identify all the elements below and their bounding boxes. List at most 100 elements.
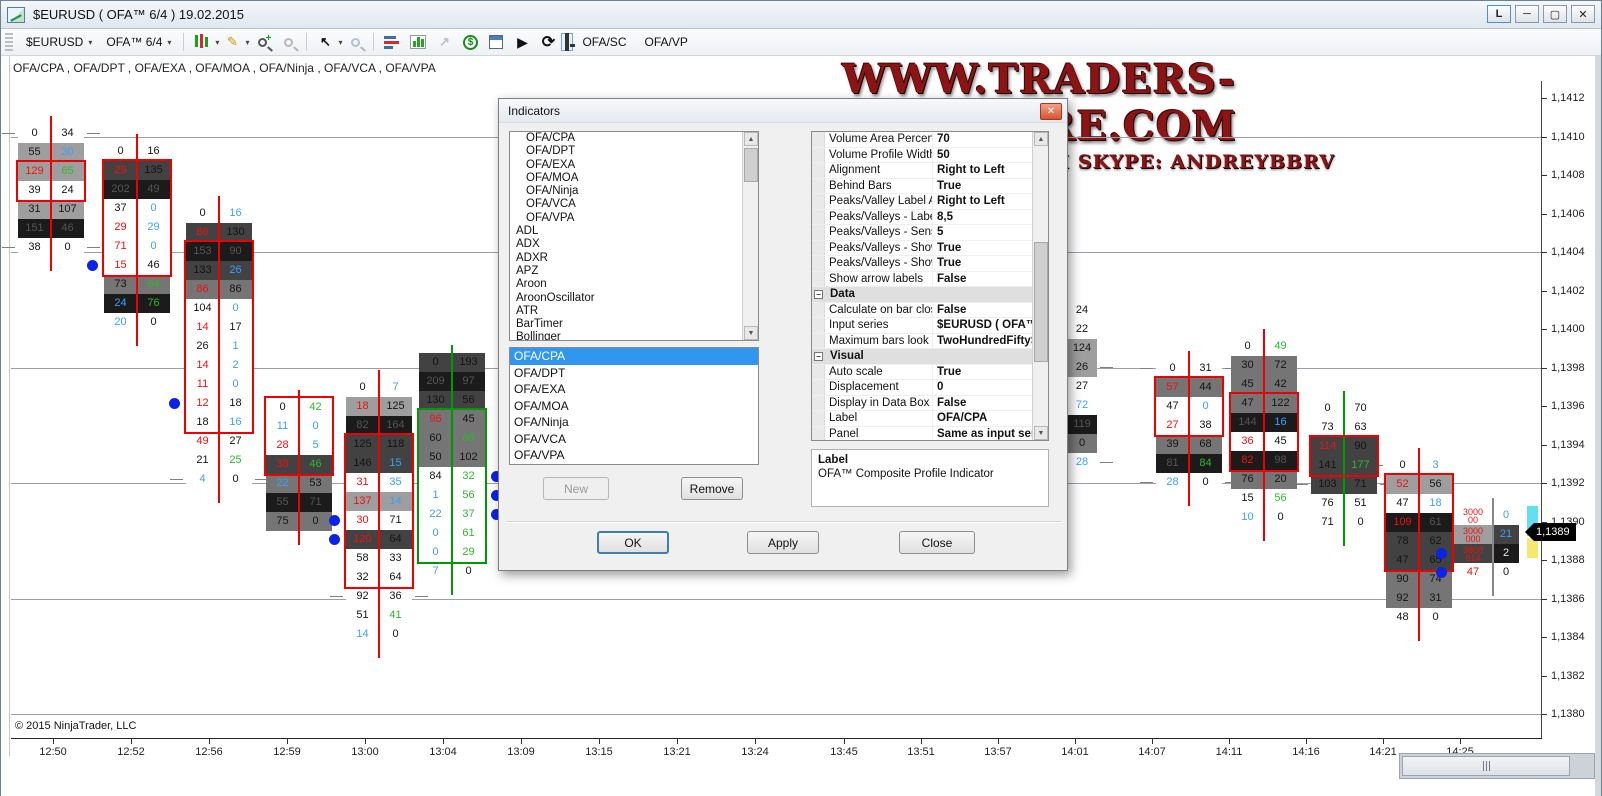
property-value[interactable]: 0 <box>933 380 1048 395</box>
property-value[interactable]: 70 <box>933 132 1048 147</box>
chevron-down-icon[interactable]: ▾ <box>338 38 342 47</box>
link-button[interactable]: L <box>1487 5 1511 23</box>
available-indicator-item[interactable]: OFA/MOA <box>510 172 758 185</box>
property-row[interactable]: Label OFA/CPA <box>812 411 1048 427</box>
available-indicator-item[interactable]: OFA/VCA <box>510 198 758 211</box>
refresh-button[interactable]: ⟳ <box>537 32 559 52</box>
property-row[interactable]: Peaks/Valleys - ShowTrue <box>812 256 1048 272</box>
property-row[interactable]: Behind BarsTrue <box>812 179 1048 195</box>
property-row[interactable]: Displacement0 <box>812 380 1048 396</box>
dialog-close-button[interactable]: ✕ <box>1040 103 1062 120</box>
available-indicator-item[interactable]: ADX <box>510 238 758 251</box>
properties-scrollbar[interactable]: ▲ ▼ <box>1032 132 1048 440</box>
property-value[interactable]: 5 <box>933 225 1048 240</box>
available-indicator-item[interactable]: Bollinger <box>510 331 758 341</box>
selected-indicator-item[interactable]: OFA/Ninja <box>510 414 758 431</box>
collapse-icon[interactable]: − <box>814 352 823 361</box>
chevron-down-icon[interactable]: ▾ <box>215 38 219 47</box>
scroll-down-icon[interactable]: ▼ <box>1034 426 1048 440</box>
ok-button[interactable]: OK <box>597 531 669 554</box>
property-value[interactable]: True <box>933 365 1048 380</box>
available-indicator-item[interactable]: AroonOscillator <box>510 292 758 305</box>
market-replay-button[interactable]: ▶ <box>511 32 533 52</box>
instrument-dropdown[interactable]: $EURUSD ▾ <box>19 31 99 53</box>
property-value[interactable]: Right to Left <box>933 194 1048 209</box>
property-row[interactable]: Show arrow labelsFalse <box>812 272 1048 288</box>
property-row[interactable]: Input series$EURUSD ( OFA™ 6 <box>812 318 1048 334</box>
property-row[interactable]: Peaks/Valleys - Label8,5 <box>812 210 1048 226</box>
property-row[interactable]: Auto scaleTrue <box>812 365 1048 381</box>
available-indicator-item[interactable]: ATR <box>510 305 758 318</box>
property-value[interactable]: 50 <box>933 148 1048 163</box>
new-button[interactable]: New <box>543 477 609 500</box>
remove-button[interactable]: Remove <box>681 477 743 500</box>
available-indicator-item[interactable]: OFA/Ninja <box>510 185 758 198</box>
property-value[interactable]: Same as input series▼ <box>933 427 1048 442</box>
zoom-out-button[interactable] <box>277 32 299 52</box>
data-box-button[interactable] <box>344 32 366 52</box>
dialog-title-bar[interactable]: Indicators <box>499 99 1067 123</box>
selected-indicator-item[interactable]: OFA/EXA <box>510 381 758 398</box>
chevron-down-icon[interactable]: ▾ <box>245 38 249 47</box>
available-indicator-item[interactable]: OFA/VPA <box>510 212 758 225</box>
property-value[interactable]: False <box>933 396 1048 411</box>
panel-button[interactable] <box>485 32 507 52</box>
property-value[interactable]: True <box>933 256 1048 271</box>
available-indicator-item[interactable]: OFA/CPA <box>510 132 758 145</box>
ofa-vp-button[interactable]: OFA/VP <box>644 35 687 49</box>
property-value[interactable]: False <box>933 272 1048 287</box>
scrollbar-thumb[interactable] <box>744 148 758 182</box>
monitor-view-button[interactable] <box>561 33 573 51</box>
minimize-button[interactable]: ─ <box>1515 5 1539 23</box>
selected-indicator-item[interactable]: OFA/DPT <box>510 365 758 382</box>
selected-indicator-item[interactable]: OFA/MOA <box>510 398 758 415</box>
cursor-tool-button[interactable]: ↖ <box>314 32 336 52</box>
scrollbar-grip[interactable] <box>1402 756 1570 776</box>
property-value[interactable]: $EURUSD ( OFA™ 6 <box>933 318 1048 333</box>
line-chart-button[interactable]: ↗ <box>433 32 455 52</box>
collapse-icon[interactable]: − <box>814 290 823 299</box>
property-row[interactable]: Peaks/Valleys - Sensi5 <box>812 225 1048 241</box>
property-row[interactable]: Volume Profile Width50 <box>812 148 1048 164</box>
scroll-up-icon[interactable]: ▲ <box>744 132 758 146</box>
available-indicator-item[interactable]: ADXR <box>510 252 758 265</box>
property-value[interactable]: True <box>933 179 1048 194</box>
property-row[interactable]: Display in Data BoxFalse <box>812 396 1048 412</box>
property-value[interactable]: TwoHundredFiftySix <box>933 334 1048 349</box>
zoom-in-button[interactable]: + <box>251 32 273 52</box>
property-value[interactable]: True <box>933 241 1048 256</box>
account-button[interactable]: $ <box>459 32 481 52</box>
snap-mode-button[interactable] <box>381 32 403 52</box>
property-row[interactable]: Peaks/Valleys - ShowTrue <box>812 241 1048 257</box>
available-list-scrollbar[interactable]: ▲ ▼ <box>742 132 758 340</box>
selected-indicator-item[interactable]: OFA/VCA <box>510 431 758 448</box>
available-indicators-list[interactable]: OFA/CPAOFA/DPTOFA/EXAOFA/MOAOFA/NinjaOFA… <box>509 131 759 341</box>
property-row[interactable]: PanelSame as input series▼ <box>812 427 1048 442</box>
volume-chart-button[interactable] <box>407 32 429 52</box>
available-indicator-item[interactable]: OFA/DPT <box>510 145 758 158</box>
available-indicator-item[interactable]: ADL <box>510 225 758 238</box>
property-value[interactable]: False <box>933 303 1048 318</box>
selected-indicators-list[interactable]: OFA/CPAOFA/DPTOFA/EXAOFA/MOAOFA/NinjaOFA… <box>509 347 759 465</box>
selected-indicator-item[interactable]: OFA/CPA <box>510 348 758 365</box>
apply-button[interactable]: Apply <box>747 531 819 554</box>
scrollbar-thumb[interactable] <box>1034 242 1048 362</box>
property-section-row[interactable]: −Data <box>812 287 1048 303</box>
property-row[interactable]: Maximum bars look bTwoHundredFiftySix <box>812 334 1048 350</box>
available-indicator-item[interactable]: APZ <box>510 265 758 278</box>
scroll-down-icon[interactable]: ▼ <box>744 326 758 340</box>
maximize-button[interactable]: ▢ <box>1543 5 1567 23</box>
property-section-row[interactable]: −Visual <box>812 349 1048 365</box>
chart-style-button[interactable] <box>191 32 213 52</box>
selected-indicator-item[interactable]: OFA/VPA <box>510 447 758 464</box>
property-row[interactable]: Peaks/Valley Label AlRight to Left <box>812 194 1048 210</box>
available-indicator-item[interactable]: OFA/EXA <box>510 159 758 172</box>
property-row[interactable]: AlignmentRight to Left <box>812 163 1048 179</box>
drawing-tools-button[interactable]: ✎ <box>221 32 243 52</box>
ofa-sc-button[interactable]: OFA/SC <box>582 35 626 49</box>
period-dropdown[interactable]: OFA™ 6/4 ▾ <box>99 31 178 53</box>
property-row[interactable]: Calculate on bar closeFalse <box>812 303 1048 319</box>
property-value[interactable]: Right to Left <box>933 163 1048 178</box>
horizontal-scrollbar[interactable] <box>1399 753 1595 779</box>
properties-grid[interactable]: Volume Area Percent70Volume Profile Widt… <box>811 131 1049 441</box>
